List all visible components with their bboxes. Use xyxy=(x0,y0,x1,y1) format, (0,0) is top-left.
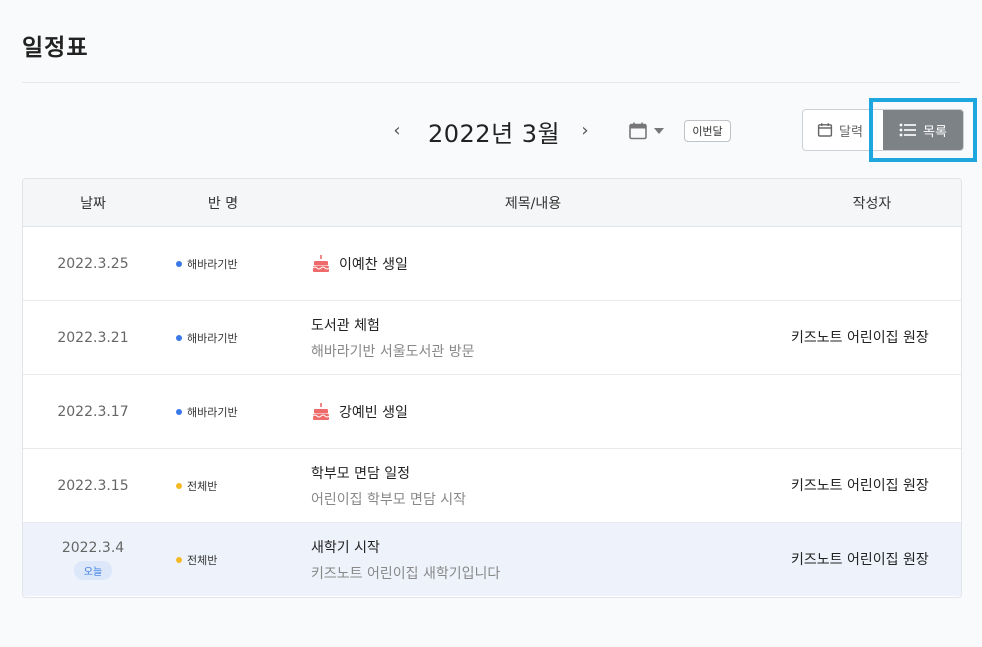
class-name: 해바라기반 xyxy=(187,405,238,419)
table-row[interactable]: 2022.3.15 전체반 학부모 면담 일정 어린이집 학부모 면담 시작 키… xyxy=(23,449,961,523)
calendar-icon xyxy=(629,122,647,140)
class-name: 전체반 xyxy=(187,479,218,493)
table-row-today[interactable]: 2022.3.4 오늘 전체반 새학기 시작 키즈노트 어린이집 새학기입니다 … xyxy=(23,523,961,596)
row-author: 키즈노트 어린이집 원장 xyxy=(791,477,929,494)
class-name: 전체반 xyxy=(187,553,218,567)
this-month-button[interactable]: 이번달 xyxy=(684,120,731,142)
table-row[interactable]: 2022.3.25 해바라기반 이예찬 생일 xyxy=(23,227,961,301)
view-toggle: 달력 목록 xyxy=(802,109,964,151)
row-author: 키즈노트 어린이집 원장 xyxy=(791,551,929,568)
table-header: 날짜 반 명 제목/내용 작성자 xyxy=(23,179,961,227)
row-title-cell: 도서관 체험 해바라기반 서울도서관 방문 xyxy=(283,315,783,361)
prev-month-button[interactable]: ‹ xyxy=(385,118,409,142)
row-description: 키즈노트 어린이집 새학기입니다 xyxy=(311,565,501,582)
schedule-table: 날짜 반 명 제목/내용 작성자 2022.3.25 해바라기반 이예찬 생일 … xyxy=(22,178,962,598)
next-month-button[interactable]: › xyxy=(573,118,597,142)
calendar-icon xyxy=(817,123,833,137)
list-view-button[interactable]: 목록 xyxy=(883,110,963,150)
table-row[interactable]: 2022.3.17 해바라기반 강예빈 생일 xyxy=(23,375,961,449)
title-divider xyxy=(22,82,960,83)
row-date-cell: 2022.3.4 오늘 xyxy=(23,540,163,580)
row-date: 2022.3.25 xyxy=(57,255,129,272)
row-date: 2022.3.21 xyxy=(57,329,129,346)
row-title-cell: 학부모 면담 일정 어린이집 학부모 면담 시작 xyxy=(283,463,783,509)
row-title-cell: 강예빈 생일 xyxy=(283,402,783,422)
class-name: 해바라기반 xyxy=(187,257,238,271)
chevron-down-icon xyxy=(654,128,664,134)
row-title: 도서관 체험 xyxy=(311,317,380,334)
row-title: 강예빈 생일 xyxy=(339,404,408,421)
row-description: 해바라기반 서울도서관 방문 xyxy=(311,343,475,360)
today-badge: 오늘 xyxy=(73,560,113,580)
class-color-dot xyxy=(176,482,182,489)
row-title-cell: 이예찬 생일 xyxy=(283,254,783,274)
row-date: 2022.3.17 xyxy=(57,403,129,420)
class-color-dot xyxy=(176,556,182,563)
birthday-cake-icon xyxy=(312,402,330,420)
row-title: 새학기 시작 xyxy=(311,539,380,556)
page-title: 일정표 xyxy=(22,35,89,61)
row-title: 학부모 면담 일정 xyxy=(311,465,411,482)
class-name: 해바라기반 xyxy=(187,331,238,345)
table-row[interactable]: 2022.3.21 해바라기반 도서관 체험 해바라기반 서울도서관 방문 키즈… xyxy=(23,301,961,375)
month-picker-dropdown[interactable] xyxy=(628,119,664,143)
row-class: 전체반 xyxy=(163,552,283,568)
row-author: 키즈노트 어린이집 원장 xyxy=(791,329,929,346)
birthday-cake-icon xyxy=(312,254,330,272)
row-class: 해바라기반 xyxy=(163,404,283,420)
class-color-dot xyxy=(176,334,182,341)
row-title: 이예찬 생일 xyxy=(339,256,408,273)
header-author: 작성자 xyxy=(852,195,892,212)
calendar-view-button[interactable]: 달력 xyxy=(803,110,883,150)
list-view-label: 목록 xyxy=(923,124,947,140)
schedule-page: 일정표 ‹ 2022년 3월 › 이번달 달력 목록 날짜 반 명 제목/내용 … xyxy=(0,0,982,647)
class-color-dot xyxy=(176,260,182,267)
header-title: 제목/내용 xyxy=(504,195,562,212)
class-color-dot xyxy=(176,408,182,415)
row-class: 해바라기반 xyxy=(163,256,283,272)
month-label: 2022년 3월 xyxy=(428,120,561,148)
header-date: 날짜 xyxy=(80,195,106,212)
row-date: 2022.3.15 xyxy=(57,477,129,494)
row-date: 2022.3.4 xyxy=(61,539,125,556)
calendar-view-label: 달력 xyxy=(839,124,863,140)
row-class: 해바라기반 xyxy=(163,330,283,346)
list-icon xyxy=(899,123,917,137)
row-description: 어린이집 학부모 면담 시작 xyxy=(311,491,467,508)
row-title-cell: 새학기 시작 키즈노트 어린이집 새학기입니다 xyxy=(283,537,783,583)
header-class: 반 명 xyxy=(207,195,239,212)
row-class: 전체반 xyxy=(163,478,283,494)
